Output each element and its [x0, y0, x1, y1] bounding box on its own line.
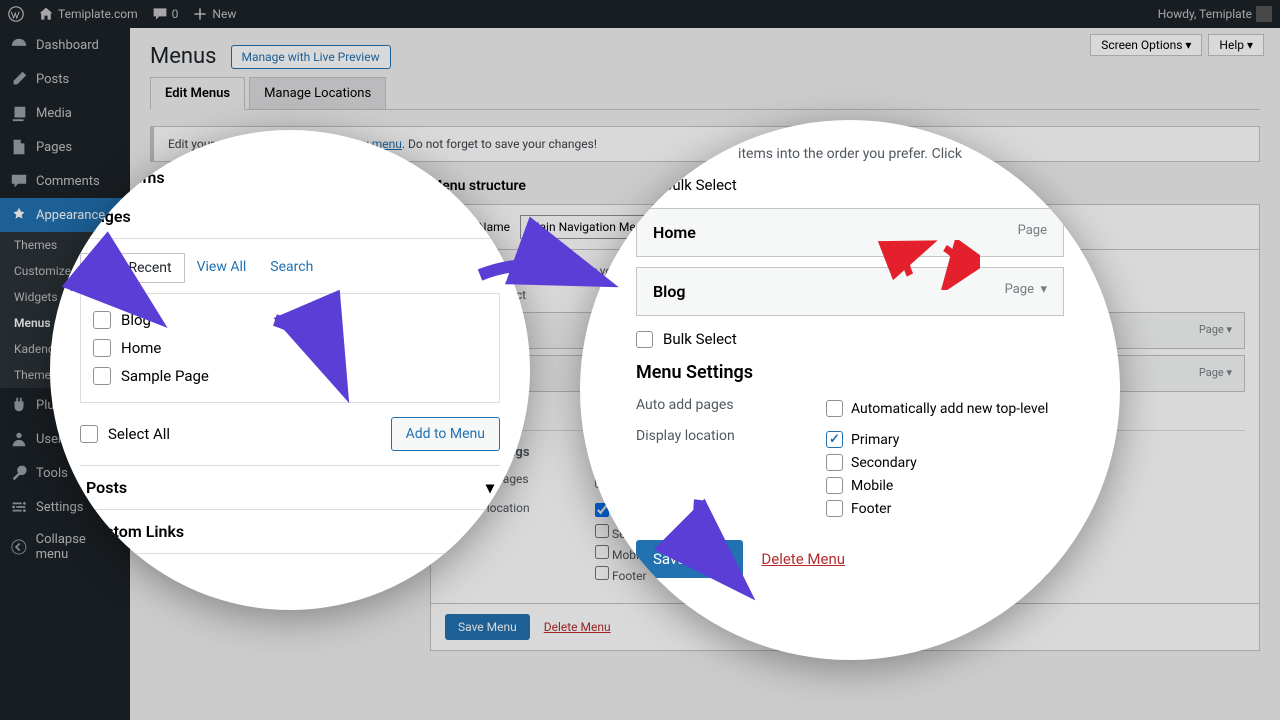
mag2-save-menu[interactable]: Save Menu: [636, 540, 743, 578]
avatar: [1256, 6, 1272, 22]
mag1-sample[interactable]: Sample Page: [93, 362, 487, 390]
sidebar-pages[interactable]: Pages: [0, 130, 130, 164]
screen-options-btn[interactable]: Screen Options ▾: [1090, 34, 1202, 56]
mag1-pages-head[interactable]: Pages▴: [80, 195, 500, 239]
mag1-add-to-menu[interactable]: Add to Menu: [391, 417, 500, 451]
tab-edit-menus[interactable]: Edit Menus: [150, 77, 245, 110]
mag1-view-all[interactable]: View All: [185, 253, 259, 283]
mag1-blog[interactable]: Blog: [93, 306, 487, 334]
mag2-delete-menu[interactable]: Delete Menu: [761, 550, 845, 568]
mag2-auto-add-label: Auto add pages: [636, 397, 826, 413]
page-title: Menus: [150, 44, 217, 69]
live-preview-btn[interactable]: Manage with Live Preview: [231, 45, 391, 69]
reorder-arrows-icon: [870, 240, 980, 294]
sidebar-dashboard[interactable]: Dashboard: [0, 28, 130, 62]
delete-menu-link[interactable]: Delete Menu: [544, 620, 611, 634]
magnifier-right: items into the order you prefer. Click B…: [580, 120, 1120, 660]
magnifier-left: menu items Pages▴ Most Recent View All S…: [50, 130, 530, 610]
mag1-custom-links[interactable]: Custom Links▾: [80, 509, 500, 553]
howdy-user[interactable]: Howdy, Temiplate: [1158, 6, 1272, 22]
sidebar-comments[interactable]: Comments: [0, 164, 130, 198]
mag2-bulk-bottom[interactable]: Bulk Select: [636, 330, 1064, 348]
save-menu-btn[interactable]: Save Menu: [445, 614, 530, 640]
new-content[interactable]: New: [192, 6, 236, 22]
tab-manage-locations[interactable]: Manage Locations: [249, 77, 386, 109]
wp-logo-icon[interactable]: [8, 6, 24, 22]
mag1-posts[interactable]: Posts▾: [80, 465, 500, 509]
sidebar-collapse[interactable]: Collapse menu: [0, 524, 130, 570]
mag2-display-label: Display location: [636, 428, 826, 444]
mag2-bulk-top[interactable]: Bulk Select: [636, 176, 1064, 194]
admin-bar: Temiplate.com 0 New Howdy, Temiplate: [0, 0, 1280, 28]
menu-tabs: Edit Menus Manage Locations: [150, 77, 1260, 110]
site-link[interactable]: Temiplate.com: [38, 6, 138, 22]
mag2-primary[interactable]: Primary: [826, 428, 917, 451]
mag2-footer[interactable]: Footer: [826, 497, 917, 520]
mag1-search[interactable]: Search: [258, 253, 325, 283]
mag1-most-recent[interactable]: Most Recent: [80, 253, 185, 283]
mag1-select-all[interactable]: Select All: [80, 420, 170, 448]
mag1-home[interactable]: Home: [93, 334, 487, 362]
mag2-item-home[interactable]: HomePage: [636, 208, 1064, 257]
mag2-settings-title: Menu Settings: [636, 362, 1064, 383]
mag2-secondary[interactable]: Secondary: [826, 451, 917, 474]
mag2-mobile[interactable]: Mobile: [826, 474, 917, 497]
mag2-auto-add-cb[interactable]: Automatically add new top-level: [826, 397, 1048, 420]
sidebar-media[interactable]: Media: [0, 96, 130, 130]
help-btn[interactable]: Help ▾: [1208, 34, 1264, 56]
sidebar-posts[interactable]: Posts: [0, 62, 130, 96]
comments-count[interactable]: 0: [152, 6, 179, 22]
mag2-item-blog[interactable]: BlogPage ▾: [636, 267, 1064, 316]
